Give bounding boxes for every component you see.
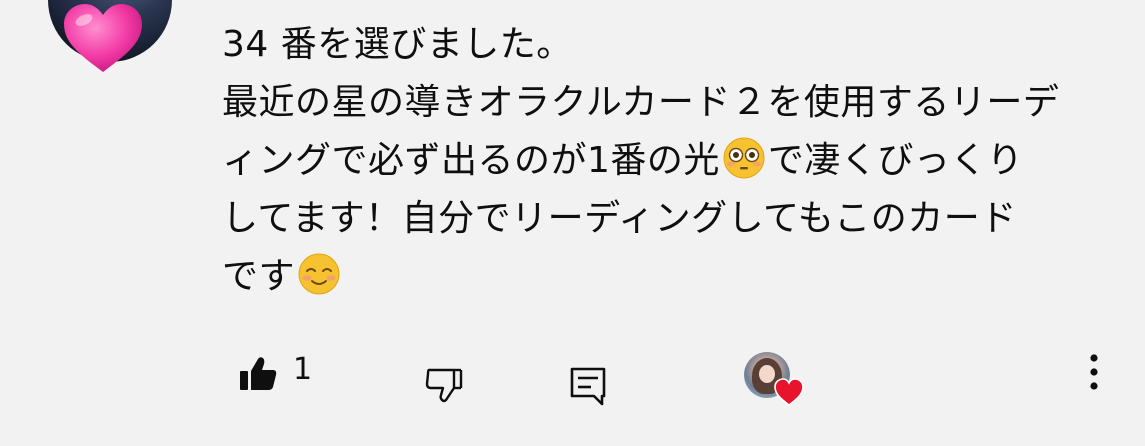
- comment-line-5: です: [222, 248, 1122, 306]
- smiling-face-icon: [298, 253, 340, 295]
- comment-line-3-tail: で凄くびっくり: [767, 140, 1024, 181]
- comment-line-5-text: です: [222, 256, 296, 297]
- comment-line-4: してます！自分でリーディングしてもこのカード: [222, 198, 1017, 239]
- creator-avatar-face: [759, 365, 775, 383]
- comment-body: 34 番を選びました。 最近の星の導きオラクルカード２を使用するリーデ ィングで…: [222, 16, 1122, 306]
- comment-line-1: 34 番を選びました。: [222, 24, 573, 65]
- comment-line-3: ィングで必ず出るのが1番の光 で凄くびっくり: [222, 132, 1122, 190]
- comment-line-3-text: ィングで必ず出るのが1番の光: [222, 140, 720, 181]
- flushed-face-icon: [723, 137, 765, 179]
- thumbs-down-icon[interactable]: [424, 366, 464, 404]
- like-count: 1: [293, 352, 313, 387]
- more-vertical-icon[interactable]: [1086, 352, 1102, 392]
- creator-heart-badge[interactable]: [744, 352, 804, 406]
- creator-heart-icon: [774, 378, 804, 406]
- pink-heart-icon: [64, 4, 142, 72]
- comment-line-2: 最近の星の導きオラクルカード２を使用するリーデ: [222, 82, 1060, 123]
- reply-icon[interactable]: [569, 366, 607, 406]
- thumbs-up-icon[interactable]: [238, 356, 278, 392]
